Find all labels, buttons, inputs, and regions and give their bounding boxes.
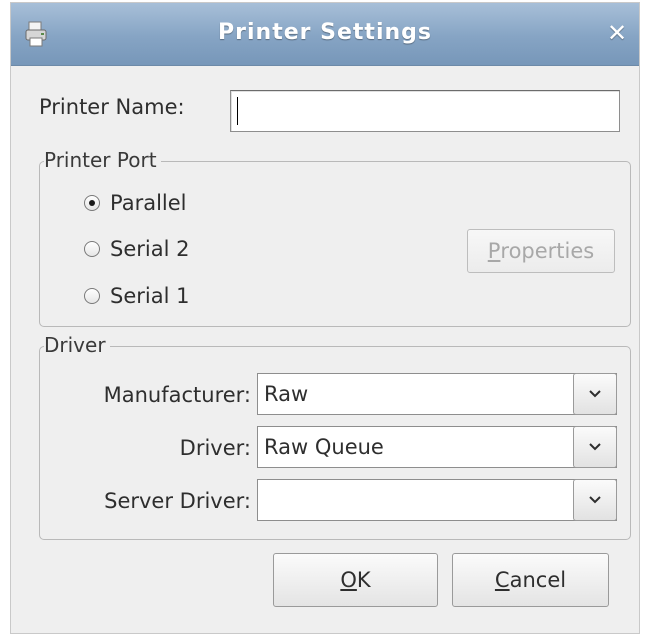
driver-value: Raw Queue: [264, 435, 384, 459]
radio-label: Parallel: [110, 191, 187, 215]
radio-serial-2[interactable]: Serial 2: [84, 234, 189, 264]
properties-button[interactable]: Properties: [467, 229, 615, 273]
chevron-down-icon[interactable]: [573, 426, 617, 468]
chevron-down-icon[interactable]: [573, 479, 617, 521]
manufacturer-value: Raw: [264, 382, 309, 406]
server-driver-label: Server Driver:: [104, 489, 251, 513]
cancel-mnemonic: C: [494, 568, 510, 592]
ok-label-rest: K: [356, 568, 371, 592]
ok-mnemonic: O: [340, 568, 357, 592]
close-icon[interactable]: ✕: [603, 17, 631, 49]
printer-name-label: Printer Name:: [39, 95, 185, 119]
manufacturer-label: Manufacturer:: [103, 383, 251, 407]
title-bar[interactable]: Printer Settings ✕: [11, 3, 639, 66]
text-caret: [237, 97, 238, 125]
radio-label: Serial 2: [110, 237, 190, 261]
radio-button[interactable]: [84, 241, 100, 257]
printer-settings-dialog: Printer Settings ✕ Printer Name: Printer…: [10, 2, 640, 634]
radio-parallel[interactable]: Parallel: [84, 188, 187, 218]
cancel-button[interactable]: Cancel: [452, 553, 609, 607]
radio-button-checked[interactable]: [84, 195, 100, 211]
radio-label: Serial 1: [110, 284, 190, 308]
driver-combo[interactable]: Raw Queue: [257, 426, 617, 468]
cancel-label-rest: ancel: [509, 568, 567, 592]
radio-button[interactable]: [84, 288, 100, 304]
server-driver-combo[interactable]: [257, 479, 617, 521]
printer-port-legend: Printer Port: [44, 148, 161, 172]
driver-legend: Driver: [44, 333, 110, 357]
window-title: Printer Settings: [218, 20, 432, 45]
ok-button[interactable]: OK: [273, 553, 438, 607]
manufacturer-combo[interactable]: Raw: [257, 373, 617, 415]
properties-mnemonic: P: [487, 239, 501, 263]
driver-label: Driver:: [179, 436, 251, 460]
printer-name-input[interactable]: [230, 90, 620, 132]
radio-serial-1[interactable]: Serial 1: [84, 281, 189, 311]
chevron-down-icon[interactable]: [573, 373, 617, 415]
properties-label-rest: roperties: [500, 239, 595, 263]
